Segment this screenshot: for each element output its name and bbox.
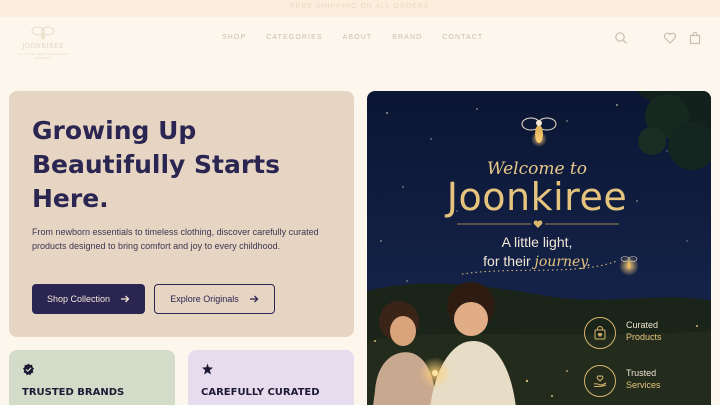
arrow-right-icon	[249, 295, 259, 303]
arrow-right-icon	[121, 295, 130, 303]
hero-description: From newborn essentials to timeless clot…	[32, 227, 319, 251]
carefully-curated-card[interactable]: CAREFULLY CURATED	[188, 350, 354, 405]
tagline-highlight: journey.	[534, 254, 591, 270]
badge-check-icon	[23, 363, 34, 376]
feature-icon-ring	[584, 365, 616, 397]
nav-categories[interactable]: CATEGORIES	[266, 34, 322, 41]
hero-title-line-3: Here.	[32, 184, 109, 213]
heart-icon[interactable]	[663, 31, 677, 45]
nav-brand[interactable]: BRAND	[392, 34, 422, 41]
hero-title-line-2: Beautifully Starts	[32, 150, 280, 179]
bag-icon[interactable]	[688, 31, 702, 45]
welcome-banner[interactable]: Welcome to Joonkiree A little light, for…	[367, 91, 711, 405]
curated-products-feature: Curated Products	[584, 317, 704, 357]
shop-collection-button[interactable]: Shop Collection	[32, 284, 145, 314]
feature-label-line-1: Curated	[626, 320, 659, 330]
explore-originals-button[interactable]: Explore Originals	[154, 284, 275, 314]
heart-hand-icon	[593, 375, 607, 388]
nav-contact[interactable]: CONTACT	[442, 34, 483, 41]
trusted-services-feature: Trusted Services	[584, 365, 704, 405]
brand-logo[interactable]: JOONKIREE A LITTLE LIGHT FOR THEIR JOURN…	[14, 22, 72, 62]
nav-shop[interactable]: SHOP	[222, 34, 246, 41]
carefully-curated-title: CAREFULLY CURATED	[201, 387, 320, 398]
firefly-logo-icon	[31, 26, 55, 40]
site-header: JOONKIREE A LITTLE LIGHT FOR THEIR JOURN…	[0, 17, 720, 65]
sparkle-icon	[202, 363, 213, 375]
feature-label-line-2: Products	[626, 332, 662, 342]
announcement-bar: FREE SHIPPING ON ALL ORDERS	[0, 0, 720, 17]
logo-subtitle: A LITTLE LIGHT FOR THEIR JOURNEY	[18, 52, 68, 60]
announcement-text: FREE SHIPPING ON ALL ORDERS	[290, 3, 430, 10]
feature-icon-ring	[584, 317, 616, 349]
nav-about[interactable]: ABOUT	[343, 34, 373, 41]
banner-brand-name: Joonkiree	[446, 175, 628, 219]
main-nav: SHOP CATEGORIES ABOUT BRAND CONTACT	[222, 34, 483, 41]
hero-title-line-1: Growing Up	[32, 116, 197, 145]
tagline-line-2: for their journey.	[427, 253, 647, 270]
tagline-line-2-prefix: for their	[483, 253, 531, 269]
explore-originals-label: Explore Originals	[170, 294, 239, 304]
trusted-brands-card[interactable]: TRUSTED BRANDS	[9, 350, 175, 405]
feature-label-line-1: Trusted	[626, 368, 657, 378]
logo-wordmark: JOONKIREE	[21, 43, 65, 50]
trusted-brands-title: TRUSTED BRANDS	[22, 387, 125, 398]
search-icon[interactable]	[614, 31, 628, 45]
shop-collection-label: Shop Collection	[46, 294, 111, 304]
tagline-line-1: A little light,	[501, 234, 573, 250]
hero-panel: Growing Up Beautifully Starts Here. From…	[9, 91, 354, 337]
shopping-bag-icon	[594, 326, 606, 340]
hero-title: Growing Up Beautifully Starts Here.	[32, 114, 332, 216]
feature-label-line-2: Services	[626, 380, 661, 390]
